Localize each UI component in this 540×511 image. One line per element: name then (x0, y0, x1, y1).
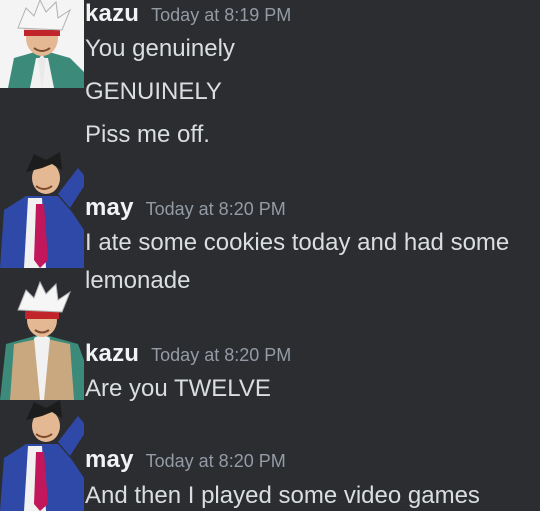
prosecutor-avatar-icon (0, 0, 84, 88)
timestamp: Today at 8:20 PM (145, 199, 286, 219)
message-text: And then I played some video games (85, 482, 480, 509)
attorney-avatar-icon (0, 150, 84, 268)
user-avatar[interactable] (0, 400, 84, 511)
message-text: You genuinely (85, 35, 235, 62)
message-text: GENUINELY (85, 78, 222, 105)
message-group: may Today at 8:20 PM I ate some cookies t… (0, 150, 540, 294)
timestamp: Today at 8:20 PM (151, 345, 292, 365)
message-text: Piss me off. (85, 121, 210, 148)
user-avatar[interactable] (0, 0, 84, 88)
prosecutor-avatar-icon (0, 280, 84, 400)
user-avatar[interactable] (0, 280, 84, 400)
message-group: kazu Today at 8:19 PM You genuinely GENUI… (0, 0, 540, 150)
username[interactable]: may (85, 446, 134, 473)
attorney-avatar-icon (0, 400, 84, 511)
message-text: Are you TWELVE (85, 375, 271, 402)
username[interactable]: kazu (85, 340, 139, 367)
user-avatar[interactable] (0, 150, 84, 268)
username[interactable]: kazu (85, 0, 139, 27)
username[interactable]: may (85, 194, 134, 221)
message-text: I ate some cookies today and had some (85, 229, 510, 256)
timestamp: Today at 8:20 PM (145, 451, 286, 471)
timestamp: Today at 8:19 PM (151, 5, 292, 25)
message-group: kazu Today at 8:20 PM Are you TWELVE (0, 280, 540, 402)
message-group: may Today at 8:20 PM And then I played so… (0, 400, 540, 511)
chat-message-list: kazu Today at 8:19 PM You genuinely GENUI… (0, 0, 540, 511)
